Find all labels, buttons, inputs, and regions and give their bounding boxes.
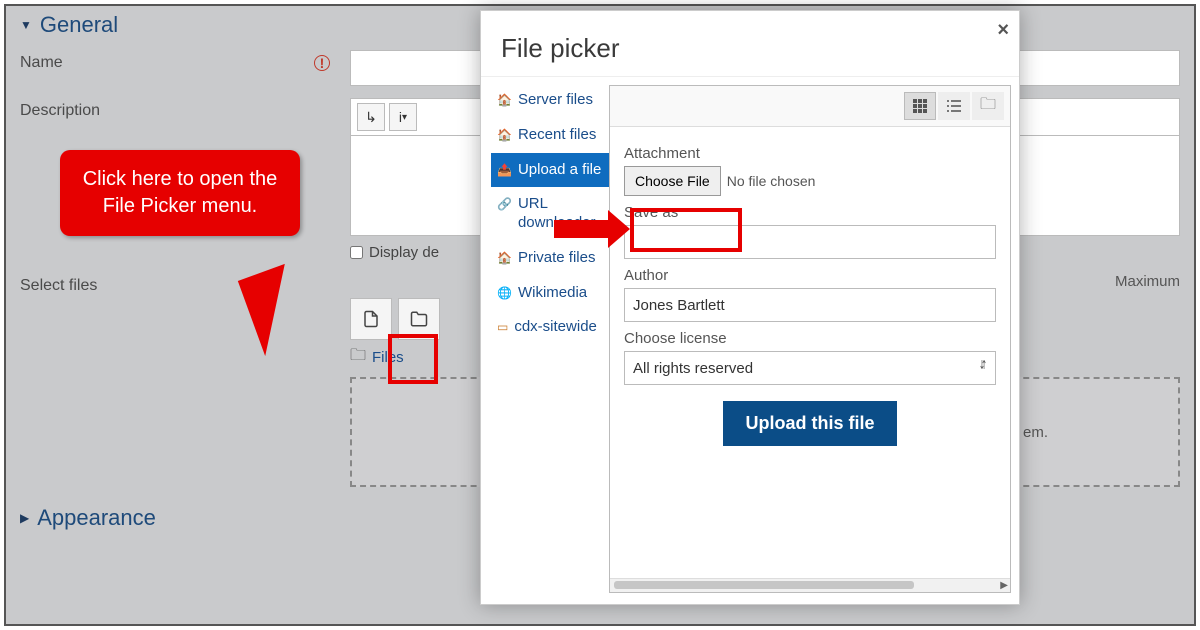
repository-list: 🏠 Server files 🏠 Recent files 📤 Upload a file… bbox=[481, 77, 609, 601]
repo-icon: 🏠 bbox=[497, 93, 512, 108]
repo-label: cdx-sitewide bbox=[514, 318, 597, 337]
create-folder-button[interactable] bbox=[398, 298, 440, 340]
display-description-label: Display de bbox=[369, 244, 439, 261]
modal-title: File picker bbox=[481, 11, 1019, 76]
view-list-button[interactable] bbox=[938, 92, 970, 120]
repo-label: Recent files bbox=[518, 126, 596, 145]
save-as-label: Save as bbox=[624, 204, 996, 221]
scrollbar-thumb[interactable] bbox=[614, 581, 914, 589]
instruction-callout: Click here to open the File Picker menu. bbox=[60, 150, 300, 236]
caret-right-icon: ▶ bbox=[20, 511, 29, 525]
repo-icon: ▭ bbox=[497, 320, 508, 335]
repo-icon: 🏠 bbox=[497, 128, 512, 143]
caret-down-icon: ▼ bbox=[20, 18, 32, 32]
repository-panel: 🗀 Attachment Choose File No file chosen … bbox=[609, 85, 1011, 593]
repo-item-6[interactable]: ▭ cdx-sitewide bbox=[491, 310, 609, 345]
repo-item-0[interactable]: 🏠 Server files bbox=[491, 83, 609, 118]
license-select[interactable] bbox=[624, 351, 996, 385]
repo-icon: 📤 bbox=[497, 163, 512, 178]
repo-icon: 🔗 bbox=[497, 197, 512, 212]
repo-label: Wikimedia bbox=[518, 284, 587, 303]
section-general-title: General bbox=[40, 12, 118, 38]
view-tree-button[interactable]: 🗀 bbox=[972, 92, 1004, 120]
upload-form: Attachment Choose File No file chosen Sa… bbox=[610, 127, 1010, 578]
repo-item-5[interactable]: 🌐 Wikimedia bbox=[491, 276, 609, 311]
add-file-button[interactable] bbox=[350, 298, 392, 340]
dropzone-text: em. bbox=[1023, 424, 1048, 441]
license-label: Choose license bbox=[624, 330, 996, 347]
repo-label: Upload a file bbox=[518, 161, 601, 180]
repo-label: Server files bbox=[518, 91, 593, 110]
file-icon bbox=[362, 310, 380, 328]
name-label: Name ! bbox=[20, 50, 350, 72]
grid-icon bbox=[913, 99, 927, 113]
select-files-label: Select files bbox=[20, 273, 350, 295]
close-icon[interactable]: × bbox=[997, 19, 1009, 42]
scroll-right-arrow[interactable]: ▶ bbox=[1000, 580, 1008, 591]
toolbar-info-button[interactable]: i bbox=[389, 103, 417, 131]
author-label: Author bbox=[624, 267, 996, 284]
toolbar-indent-button[interactable]: ↳ bbox=[357, 103, 385, 131]
list-icon bbox=[947, 100, 961, 112]
folder-view-icon: 🗀 bbox=[980, 93, 996, 120]
file-picker-modal: × File picker 🏠 Server files 🏠 Recent files… bbox=[480, 10, 1020, 605]
view-toolbar: 🗀 bbox=[610, 86, 1010, 127]
repo-label: Private files bbox=[518, 249, 596, 268]
repo-item-1[interactable]: 🏠 Recent files bbox=[491, 118, 609, 153]
description-label: Description bbox=[20, 98, 350, 120]
repo-icon: 🏠 bbox=[497, 251, 512, 266]
view-grid-button[interactable] bbox=[904, 92, 936, 120]
folder-icon bbox=[410, 310, 428, 328]
folder-solid-icon: 🗀 bbox=[350, 344, 366, 371]
repo-icon: 🌐 bbox=[497, 286, 512, 301]
no-file-text: No file chosen bbox=[727, 173, 816, 189]
display-description-checkbox[interactable] bbox=[350, 246, 363, 259]
repo-item-4[interactable]: 🏠 Private files bbox=[491, 241, 609, 276]
horizontal-scrollbar[interactable]: ▶ bbox=[610, 578, 1010, 592]
required-icon: ! bbox=[314, 55, 330, 71]
choose-file-button[interactable]: Choose File bbox=[624, 166, 721, 196]
author-input[interactable] bbox=[624, 288, 996, 322]
save-as-input[interactable] bbox=[624, 225, 996, 259]
section-appearance-title: Appearance bbox=[37, 505, 156, 531]
files-link[interactable]: Files bbox=[372, 349, 404, 366]
repo-item-2[interactable]: 📤 Upload a file bbox=[491, 153, 609, 188]
attachment-label: Attachment bbox=[624, 145, 996, 162]
upload-this-file-button[interactable]: Upload this file bbox=[723, 401, 896, 446]
